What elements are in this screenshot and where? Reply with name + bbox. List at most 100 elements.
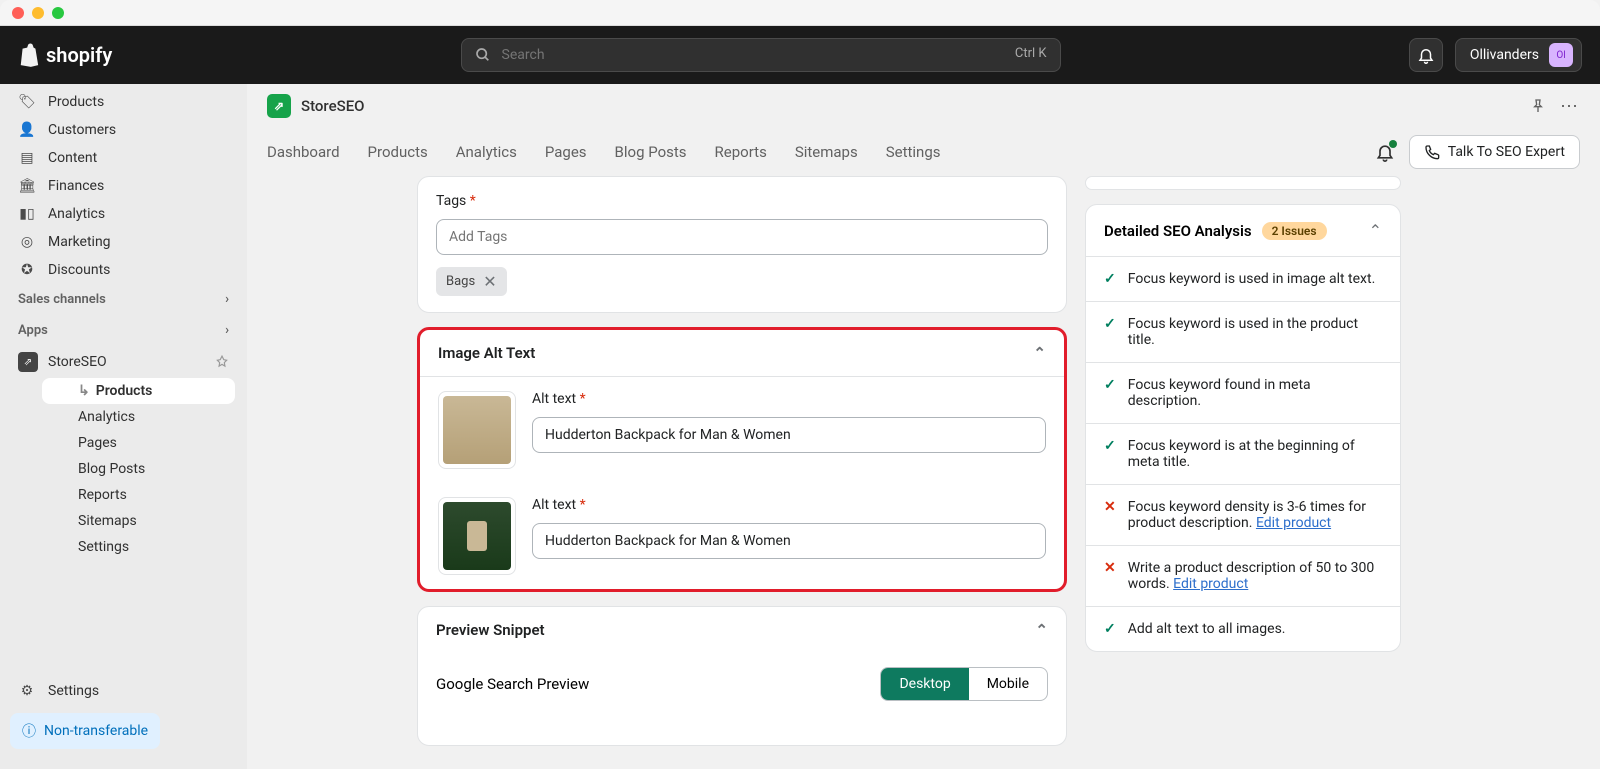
tags-card: Tags * Bags ✕ xyxy=(417,176,1067,313)
sidebar: 🏷Products 👤Customers ▤Content 🏛Finances … xyxy=(0,84,247,769)
app-sub-reports[interactable]: Reports xyxy=(30,482,247,508)
tags-input[interactable] xyxy=(436,219,1048,255)
brand-name: shopify xyxy=(46,43,112,67)
tab-sitemaps[interactable]: Sitemaps xyxy=(795,143,858,161)
preview-mobile-option[interactable]: Mobile xyxy=(969,668,1047,700)
gear-icon: ⚙ xyxy=(18,683,36,699)
user-menu[interactable]: Ollivanders Ol xyxy=(1455,38,1582,72)
tab-products[interactable]: Products xyxy=(368,143,428,161)
remove-tag-icon[interactable]: ✕ xyxy=(483,272,496,291)
analysis-item: ✓Focus keyword found in meta description… xyxy=(1086,362,1400,423)
sidebar-item-content[interactable]: ▤Content xyxy=(0,144,247,172)
app-sub-sitemaps[interactable]: Sitemaps xyxy=(30,508,247,534)
analysis-item: ✓Focus keyword is used in image alt text… xyxy=(1086,256,1400,301)
analysis-item: ✓Focus keyword is at the beginning of me… xyxy=(1086,423,1400,484)
sidebar-item-customers[interactable]: 👤Customers xyxy=(0,116,247,144)
person-icon: 👤 xyxy=(18,122,36,138)
page-title: StoreSEO xyxy=(301,97,365,115)
image-alt-text-card: Image Alt Text ⌃ Alt text * Alt text xyxy=(417,327,1067,592)
chevron-up-icon: ⌃ xyxy=(1369,221,1382,240)
app-sub-blogposts[interactable]: Blog Posts xyxy=(30,456,247,482)
preview-desktop-option[interactable]: Desktop xyxy=(881,668,968,700)
search-shortcut: Ctrl K xyxy=(1015,46,1047,61)
chevron-up-icon: ⌃ xyxy=(1033,344,1046,362)
app-icon: ⇗ xyxy=(18,352,38,372)
app-sub-settings[interactable]: Settings xyxy=(30,534,247,560)
check-icon: ✓ xyxy=(1104,271,1116,287)
search-icon xyxy=(475,47,491,63)
preview-header[interactable]: Preview Snippet ⌃ xyxy=(418,607,1066,653)
sidebar-item-analytics[interactable]: ▮▯Analytics xyxy=(0,200,247,228)
chevron-up-icon: ⌃ xyxy=(1035,621,1048,639)
search-input[interactable] xyxy=(461,38,1061,72)
shopify-logo[interactable]: shopify xyxy=(18,43,112,67)
tab-pages[interactable]: Pages xyxy=(545,143,587,161)
check-icon: ✓ xyxy=(1104,377,1116,409)
sidebar-item-products[interactable]: 🏷Products xyxy=(0,88,247,116)
window-chrome xyxy=(0,0,1600,26)
tag-icon: 🏷 xyxy=(18,94,36,110)
maximize-window-icon[interactable] xyxy=(52,7,64,19)
sales-channels-heading[interactable]: Sales channels › xyxy=(0,284,247,315)
sidebar-item-discounts[interactable]: ✪Discounts xyxy=(0,256,247,284)
google-preview-label: Google Search Preview xyxy=(436,675,589,693)
bank-icon: 🏛 xyxy=(18,178,36,194)
analysis-item: ✕Write a product description of 50 to 30… xyxy=(1086,545,1400,606)
app-sub-pages[interactable]: Pages xyxy=(30,430,247,456)
check-icon: ✓ xyxy=(1104,316,1116,348)
alt-label-2: Alt text * xyxy=(532,497,1046,513)
tab-reports[interactable]: Reports xyxy=(715,143,767,161)
tab-dashboard[interactable]: Dashboard xyxy=(267,143,340,161)
phone-icon xyxy=(1424,144,1440,160)
preview-snippet-card: Preview Snippet ⌃ Google Search Preview … xyxy=(417,606,1067,746)
content: ⇗ StoreSEO ⋯ Dashboard Products Analytic… xyxy=(247,84,1600,769)
app-sub-products[interactable]: ↳Products xyxy=(42,378,235,404)
search-wrap: Ctrl K xyxy=(461,38,1061,72)
chart-icon: ▮▯ xyxy=(18,206,36,222)
alt-text-input-2[interactable] xyxy=(532,523,1046,559)
target-icon: ◎ xyxy=(18,234,36,250)
seo-analysis-card: Detailed SEO Analysis 2 Issues ⌃ ✓Focus … xyxy=(1085,204,1401,652)
app-sub-analytics[interactable]: Analytics xyxy=(30,404,247,430)
app-tabs: Dashboard Products Analytics Pages Blog … xyxy=(247,128,1600,176)
app-header: ⇗ StoreSEO ⋯ xyxy=(247,84,1600,128)
alt-text-input-1[interactable] xyxy=(532,417,1046,453)
pin-icon[interactable] xyxy=(1530,98,1546,114)
product-thumb xyxy=(438,497,516,575)
tag-chip: Bags ✕ xyxy=(436,267,507,296)
notifications-button[interactable] xyxy=(1409,38,1443,72)
pin-icon[interactable] xyxy=(215,355,229,369)
more-icon[interactable]: ⋯ xyxy=(1560,96,1580,117)
content-icon: ▤ xyxy=(18,150,36,166)
avatar: Ol xyxy=(1549,43,1573,67)
sidebar-settings[interactable]: ⚙Settings xyxy=(0,677,247,705)
tab-settings[interactable]: Settings xyxy=(886,143,941,161)
minimize-window-icon[interactable] xyxy=(32,7,44,19)
sidebar-app-storeseo[interactable]: ⇗ StoreSEO xyxy=(0,346,247,378)
product-thumb xyxy=(438,391,516,469)
topbar-right: Ollivanders Ol xyxy=(1409,38,1582,72)
talk-to-expert-button[interactable]: Talk To SEO Expert xyxy=(1409,135,1580,169)
edit-product-link[interactable]: Edit product xyxy=(1173,576,1248,592)
analysis-header[interactable]: Detailed SEO Analysis 2 Issues ⌃ xyxy=(1086,205,1400,256)
analysis-item: ✓Add alt text to all images. xyxy=(1086,606,1400,651)
sidebar-item-marketing[interactable]: ◎Marketing xyxy=(0,228,247,256)
top-bar: shopify Ctrl K Ollivanders Ol xyxy=(0,26,1600,84)
shopify-bag-icon xyxy=(18,43,40,67)
tags-label: Tags * xyxy=(436,193,1048,209)
tab-blogposts[interactable]: Blog Posts xyxy=(615,143,687,161)
alt-row-1: Alt text * xyxy=(420,377,1064,483)
sidebar-item-finances[interactable]: 🏛Finances xyxy=(0,172,247,200)
bell-icon xyxy=(1417,46,1435,64)
app-notifications[interactable] xyxy=(1375,142,1395,162)
storeseo-logo-icon: ⇗ xyxy=(267,94,291,118)
notification-dot-icon xyxy=(1389,140,1397,148)
edit-product-link[interactable]: Edit product xyxy=(1256,515,1331,531)
chevron-right-icon: › xyxy=(225,323,229,338)
tab-analytics[interactable]: Analytics xyxy=(456,143,517,161)
close-window-icon[interactable] xyxy=(12,7,24,19)
chevron-right-icon: › xyxy=(225,292,229,307)
analysis-item: ✕Focus keyword density is 3-6 times for … xyxy=(1086,484,1400,545)
apps-heading[interactable]: Apps › xyxy=(0,315,247,346)
image-alt-header[interactable]: Image Alt Text ⌃ xyxy=(420,330,1064,377)
